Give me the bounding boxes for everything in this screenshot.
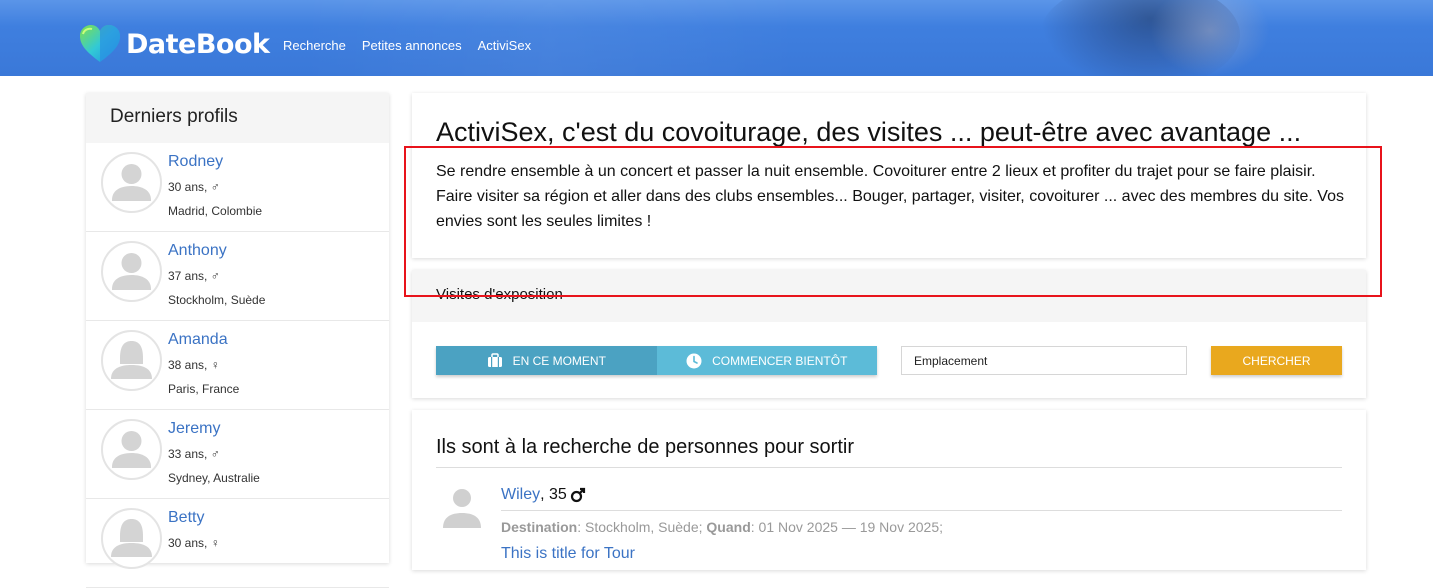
person-header: Wiley , 35 <box>501 486 586 504</box>
heart-logo-icon <box>80 25 120 62</box>
male-avatar-icon[interactable] <box>440 484 484 532</box>
tab-soon[interactable]: COMMENCER BIENTÔT <box>656 346 877 375</box>
search-button[interactable]: CHERCHER <box>1211 346 1342 375</box>
divider <box>436 467 1342 468</box>
profile-age: 37 ans, ♂ <box>168 269 220 283</box>
person-name-link[interactable]: Wiley <box>501 486 540 504</box>
profile-age: 30 ans, ♂ <box>168 180 220 194</box>
clock-icon <box>686 353 702 368</box>
profile-item[interactable]: Rodney 30 ans, ♂ Madrid, Colombie <box>86 143 389 232</box>
nav-activisex[interactable]: ActiviSex <box>478 38 531 53</box>
activisex-intro-card: ActiviSex, c'est du covoiturage, des vis… <box>412 93 1366 258</box>
site-header: DateBook Recherche Petites annonces Acti… <box>0 0 1433 76</box>
nav-recherche[interactable]: Recherche <box>283 38 346 53</box>
person-trip-details: Destination: Stockholm, Suède; Quand: 01… <box>501 519 943 535</box>
location-input[interactable] <box>901 346 1187 375</box>
people-heading: Ils sont à la recherche de personnes pou… <box>436 436 854 458</box>
profile-item[interactable]: Amanda 38 ans, ♀ Paris, France <box>86 321 389 410</box>
time-tabs: EN CE MOMENT COMMENCER BIENTÔT <box>436 346 877 375</box>
when-label: Quand <box>706 519 751 535</box>
profile-age: 38 ans, ♀ <box>168 358 220 372</box>
female-avatar-icon <box>111 341 152 379</box>
profile-name[interactable]: Betty <box>168 509 204 527</box>
latest-profiles-sidebar: Derniers profils Rodney 30 ans, ♂ Madrid… <box>86 93 389 588</box>
profile-age: 30 ans, ♀ <box>168 536 220 550</box>
person-age: , 35 <box>540 486 567 503</box>
logo[interactable]: DateBook <box>78 24 270 64</box>
tour-title-link[interactable]: This is title for Tour <box>501 545 635 563</box>
main-nav: Recherche Petites annonces ActiviSex <box>283 38 531 53</box>
profile-location: Paris, France <box>168 382 240 396</box>
profile-name[interactable]: Rodney <box>168 153 223 171</box>
intro-title: ActiviSex, c'est du covoiturage, des vis… <box>436 117 1302 147</box>
profile-name[interactable]: Amanda <box>168 331 228 349</box>
profile-location: Madrid, Colombie <box>168 204 263 218</box>
profile-name[interactable]: Anthony <box>168 242 227 260</box>
profile-item[interactable]: Jeremy 33 ans, ♂ Sydney, Australie <box>86 410 389 499</box>
female-avatar-icon <box>111 519 152 557</box>
profile-item[interactable]: Anthony 37 ans, ♂ Stockholm, Suède <box>86 232 389 321</box>
tab-now-label: EN CE MOMENT <box>512 353 606 368</box>
nav-petites-annonces[interactable]: Petites annonces <box>362 38 462 53</box>
intro-text: Se rendre ensemble à un concert et passe… <box>436 163 1344 230</box>
brand-name: DateBook <box>126 28 270 60</box>
profile-name[interactable]: Jeremy <box>168 420 220 438</box>
profile-location: Stockholm, Suède <box>168 293 266 307</box>
avatar[interactable] <box>101 152 162 213</box>
suitcase-icon <box>487 353 502 367</box>
avatar[interactable] <box>101 330 162 391</box>
destination-value: : Stockholm, Suède; <box>577 519 707 535</box>
profile-location: Sydney, Australie <box>168 471 260 485</box>
male-symbol-icon <box>570 487 585 503</box>
avatar[interactable] <box>101 241 162 302</box>
sidebar-title: Derniers profils <box>86 93 389 143</box>
profile-item[interactable]: Betty 30 ans, ♀ <box>86 499 389 588</box>
male-avatar-icon <box>112 253 151 290</box>
exhibition-search-card: Visites d'exposition EN CE MOMENT COMMEN… <box>412 270 1366 398</box>
people-looking-card: Ils sont à la recherche de personnes pou… <box>412 410 1366 570</box>
male-avatar-icon <box>112 164 151 201</box>
tab-now[interactable]: EN CE MOMENT <box>436 346 657 375</box>
search-heading: Visites d'exposition <box>412 270 1366 322</box>
divider <box>501 510 1342 511</box>
destination-label: Destination <box>501 519 578 535</box>
header-background-photo-face <box>1150 0 1270 76</box>
tab-soon-label: COMMENCER BIENTÔT <box>712 353 848 368</box>
when-value: : 01 Nov 2025 — 19 Nov 2025; <box>750 519 943 535</box>
profile-age: 33 ans, ♂ <box>168 447 220 461</box>
avatar[interactable] <box>101 508 162 569</box>
male-avatar-icon <box>112 431 151 468</box>
avatar[interactable] <box>101 419 162 480</box>
